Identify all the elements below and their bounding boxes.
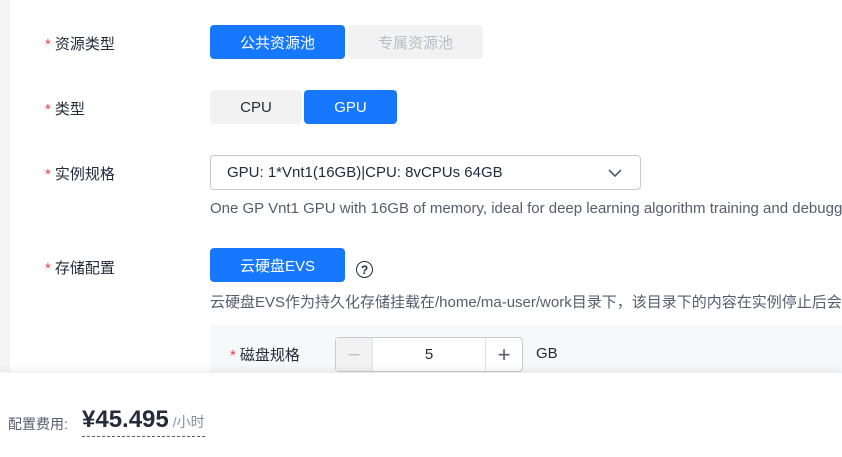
- disk-size-value[interactable]: 5: [373, 346, 485, 363]
- disk-size-stepper[interactable]: − 5 +: [335, 337, 523, 372]
- required-star-icon: *: [45, 36, 51, 53]
- required-star-icon: *: [45, 260, 51, 277]
- disk-spec-label: * 磁盘规格: [230, 347, 300, 364]
- chevron-down-icon: [608, 169, 622, 178]
- left-gutter: [0, 0, 10, 372]
- disk-unit: GB: [536, 345, 558, 362]
- required-star-icon: *: [45, 101, 51, 118]
- cpu-type-button[interactable]: CPU: [210, 90, 302, 124]
- storage-description: 云硬盘EVS作为持久化存储挂载在/home/ma-user/work目录下，该目…: [210, 294, 842, 311]
- required-star-icon: *: [45, 166, 51, 183]
- minus-icon[interactable]: −: [336, 338, 373, 371]
- instance-spec-description: One GP Vnt1 GPU with 16GB of memory, ide…: [210, 200, 842, 217]
- instance-spec-label: * 实例规格: [45, 166, 115, 183]
- fee-price[interactable]: ¥45.495/小时: [82, 406, 205, 437]
- public-pool-button[interactable]: 公共资源池: [210, 25, 345, 59]
- plus-icon[interactable]: +: [485, 338, 522, 371]
- instance-spec-select[interactable]: GPU: 1*Vnt1(16GB)|CPU: 8vCPUs 64GB: [210, 155, 641, 190]
- price-footer: 配置费用: ¥45.495/小时: [0, 373, 842, 457]
- price-value: ¥45.495: [82, 406, 169, 433]
- storage-label: * 存储配置: [45, 260, 115, 277]
- price-unit: /小时: [172, 414, 205, 430]
- type-label: * 类型: [45, 101, 85, 118]
- instance-spec-value: GPU: 1*Vnt1(16GB)|CPU: 8vCPUs 64GB: [227, 164, 503, 181]
- required-star-icon: *: [230, 347, 236, 364]
- fee-label: 配置费用:: [8, 416, 68, 432]
- help-icon[interactable]: ?: [356, 261, 373, 278]
- resource-type-label: * 资源类型: [45, 36, 115, 53]
- gpu-type-button[interactable]: GPU: [304, 90, 397, 124]
- dedicated-pool-button[interactable]: 专属资源池: [348, 25, 483, 59]
- evs-storage-button[interactable]: 云硬盘EVS: [210, 248, 345, 282]
